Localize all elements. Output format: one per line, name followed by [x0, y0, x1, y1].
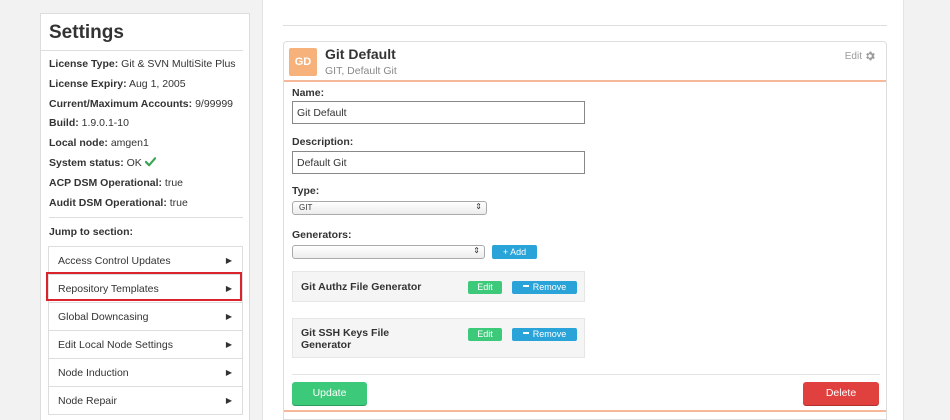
jump-to-section-label: Jump to section:	[49, 226, 134, 239]
chevron-right-icon: ▶	[225, 396, 232, 406]
name-input[interactable]	[292, 101, 585, 124]
chevron-right-icon: ▶	[225, 284, 232, 294]
edit-label: Edit	[844, 51, 862, 62]
type-select-value: GIT	[299, 203, 313, 212]
card-header: GD Git Default GIT, Default Git Edit	[284, 42, 886, 82]
remove-generator-button[interactable]: Remove	[512, 281, 577, 294]
edit-template-link[interactable]: Edit	[845, 50, 876, 62]
menu-item-repository-templates[interactable]: Repository Templates ▶	[48, 275, 243, 304]
checkmark-icon	[144, 157, 156, 167]
menu-item-node-repair[interactable]: Node Repair ▶	[48, 387, 243, 416]
main-panel: GD Git Default GIT, Default Git Edit Nam…	[262, 0, 904, 420]
edit-generator-button[interactable]: Edit	[468, 281, 502, 294]
minus-icon	[522, 332, 529, 334]
gear-icon	[866, 51, 875, 61]
template-subtitle: GIT, Default Git	[325, 65, 397, 77]
remove-label: Remove	[532, 329, 567, 339]
menu-item-node-induction[interactable]: Node Induction ▶	[48, 359, 243, 388]
remove-label: Remove	[532, 282, 567, 292]
generator-name: Git SSH Keys File Generator	[301, 327, 390, 351]
select-arrows-icon: ⇕	[475, 202, 482, 211]
template-avatar: GD	[289, 48, 317, 76]
menu-item-label: Edit Local Node Settings	[58, 339, 173, 352]
info-accounts: Current/Maximum Accounts: 9/99999	[49, 97, 234, 110]
divider	[283, 25, 887, 26]
info-system-status: System status: OK	[49, 154, 249, 174]
select-arrows-icon: ⇕	[473, 246, 480, 255]
update-button[interactable]: Update	[292, 382, 367, 405]
menu-item-edit-local-node-settings[interactable]: Edit Local Node Settings ▶	[48, 331, 243, 360]
remove-generator-button[interactable]: Remove	[512, 328, 577, 341]
delete-button[interactable]: Delete	[803, 382, 879, 405]
generators-label: Generators:	[292, 229, 352, 241]
menu-item-label: Repository Templates	[58, 283, 159, 296]
sidebar-title: Settings	[41, 14, 243, 51]
menu-item-label: Access Control Updates	[58, 255, 171, 268]
license-info: License Type: Git & SVN MultiSite Plus L…	[41, 51, 249, 213]
description-label: Description:	[292, 136, 354, 148]
info-audit-dsm: Audit DSM Operational: true	[49, 196, 188, 209]
section-menu: Access Control Updates ▶ Repository Templ…	[48, 246, 243, 416]
add-generator-button[interactable]: + Add	[492, 245, 537, 259]
info-build: Build: 1.9.0.1-10	[49, 117, 129, 130]
info-license-expiry: License Expiry: Aug 1, 2005	[49, 77, 186, 90]
generator-name: Git Authz File Generator	[301, 281, 422, 293]
menu-item-label: Node Induction	[58, 367, 129, 380]
menu-item-label: Node Repair	[58, 395, 117, 408]
menu-item-access-control-updates[interactable]: Access Control Updates ▶	[48, 247, 243, 276]
repository-template-card: GD Git Default GIT, Default Git Edit Nam…	[283, 41, 887, 420]
minus-icon	[522, 285, 529, 287]
info-acp-dsm: ACP DSM Operational: true	[49, 176, 184, 189]
chevron-right-icon: ▶	[225, 312, 232, 322]
template-title: Git Default	[325, 46, 396, 62]
menu-item-label: Global Downcasing	[58, 311, 149, 324]
generators-select[interactable]: ⇕	[292, 245, 485, 259]
menu-item-global-downcasing[interactable]: Global Downcasing ▶	[48, 303, 243, 332]
edit-generator-button[interactable]: Edit	[468, 328, 502, 341]
name-label: Name:	[292, 87, 325, 99]
chevron-right-icon: ▶	[225, 368, 232, 378]
type-select[interactable]: GIT ⇕	[292, 201, 487, 215]
info-license-type: License Type: Git & SVN MultiSite Plus	[49, 58, 236, 70]
card-bottom-border	[284, 410, 886, 412]
info-local-node: Local node: amgen1	[49, 137, 149, 150]
chevron-right-icon: ▶	[225, 256, 232, 266]
divider	[292, 374, 880, 375]
generator-item: Git Authz File Generator Edit Remove	[292, 271, 585, 302]
description-input[interactable]	[292, 151, 585, 174]
type-label: Type:	[292, 185, 320, 197]
generator-item: Git SSH Keys File Generator Edit Remove	[292, 318, 585, 358]
chevron-right-icon: ▶	[225, 340, 232, 350]
settings-sidebar: Settings License Type: Git & SVN MultiSi…	[40, 13, 250, 420]
